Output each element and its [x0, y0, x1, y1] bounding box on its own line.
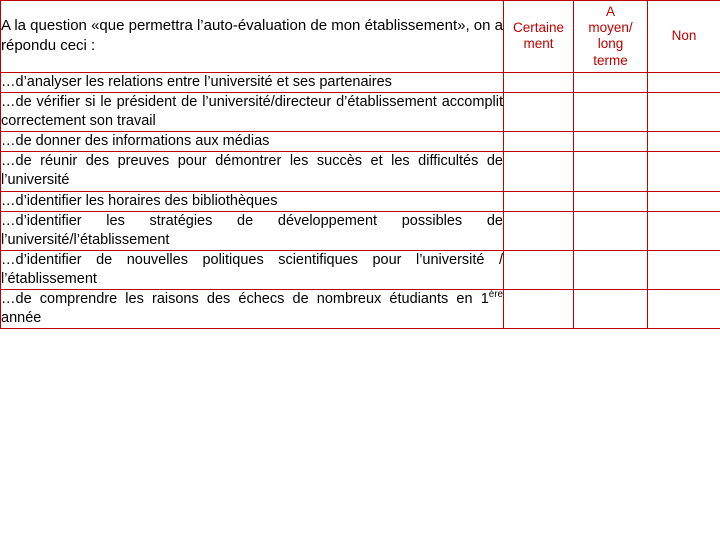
column-header-non-label: Non: [671, 28, 697, 44]
statement-text-6: …d’identifier de nouvelles politiques sc…: [1, 251, 503, 287]
answer-cell-6-non[interactable]: [647, 249, 720, 291]
table-row: …d’analyser les relations entre l’univer…: [0, 71, 720, 93]
statement-cell-4: …d’identifier les horaires des bibliothè…: [0, 190, 504, 212]
table-row: …de donner des informations aux médias: [0, 131, 720, 153]
answer-cell-3-certainement[interactable]: [503, 151, 574, 192]
answer-cell-7-non[interactable]: [647, 289, 720, 330]
statement-text-1: …de vérifier si le président de l’univer…: [1, 93, 503, 129]
table-row: …de réunir des preuves pour démontrer le…: [0, 151, 720, 192]
answer-cell-1-non[interactable]: [647, 91, 720, 133]
answer-cell-2-certainement[interactable]: [503, 131, 574, 153]
statement-cell-7: …de comprendre les raisons des échecs de…: [0, 289, 504, 330]
statement-text-7: …de comprendre les raisons des échecs de…: [1, 290, 503, 328]
table-header-row: A la question «que permettra l’auto-éval…: [0, 0, 720, 73]
column-header-moyen-long-terme: A moyen/ long terme: [573, 0, 648, 73]
statement-cell-0: …d’analyser les relations entre l’univer…: [0, 71, 504, 93]
column-header-certainement: Certaine ment: [503, 0, 574, 73]
answer-cell-4-moyen-long-terme[interactable]: [573, 190, 648, 212]
certainement-line2: ment: [523, 36, 554, 52]
statement-text-4: …d’identifier les horaires des bibliothè…: [1, 192, 278, 209]
answer-cell-5-non[interactable]: [647, 210, 720, 251]
question-intro-text: A la question «que permettra l’auto-éval…: [1, 16, 503, 55]
answer-cell-0-moyen-long-terme[interactable]: [573, 71, 648, 93]
answer-cell-7-certainement[interactable]: [503, 289, 574, 330]
answer-cell-3-moyen-long-terme[interactable]: [573, 151, 648, 192]
answer-cell-6-moyen-long-terme[interactable]: [573, 249, 648, 291]
answer-cell-2-moyen-long-terme[interactable]: [573, 131, 648, 153]
statement-cell-5: …d’identifier les stratégies de développ…: [0, 210, 504, 251]
question-intro-cell: A la question «que permettra l’auto-éval…: [0, 0, 504, 73]
statement-cell-1: …de vérifier si le président de l’univer…: [0, 91, 504, 133]
statement-text-0: …d’analyser les relations entre l’univer…: [1, 73, 392, 90]
answer-cell-0-certainement[interactable]: [503, 71, 574, 93]
answer-cell-3-non[interactable]: [647, 151, 720, 192]
certainement-line1: Certaine: [512, 20, 565, 36]
answer-cell-4-certainement[interactable]: [503, 190, 574, 212]
answer-cell-4-non[interactable]: [647, 190, 720, 212]
table-row: …de comprendre les raisons des échecs de…: [0, 289, 720, 330]
statement-text-7-part2: année: [1, 310, 42, 327]
moyen-line4: terme: [593, 52, 628, 68]
answer-cell-1-moyen-long-terme[interactable]: [573, 91, 648, 133]
column-header-certainement-label: Certaine ment: [504, 17, 573, 55]
statement-cell-2: …de donner des informations aux médias: [0, 131, 504, 153]
moyen-line3: long: [597, 36, 624, 52]
answer-cell-6-certainement[interactable]: [503, 249, 574, 291]
table-row: …de vérifier si le président de l’univer…: [0, 91, 720, 133]
answer-cell-1-certainement[interactable]: [503, 91, 574, 133]
table-row: …d’identifier les horaires des bibliothè…: [0, 190, 720, 212]
answer-cell-5-certainement[interactable]: [503, 210, 574, 251]
column-header-non: Non: [647, 0, 720, 73]
column-header-moyen-long-terme-label: A moyen/ long terme: [574, 1, 647, 72]
statement-text-2: …de donner des informations aux médias: [1, 133, 270, 150]
slide-root: A la question «que permettra l’auto-éval…: [0, 0, 720, 540]
statement-text-5: …d’identifier les stratégies de développ…: [1, 212, 503, 248]
table-row: …d’identifier les stratégies de développ…: [0, 210, 720, 251]
statement-text-7-ordinal: ère: [488, 289, 503, 301]
answer-cell-2-non[interactable]: [647, 131, 720, 153]
survey-table: A la question «que permettra l’auto-éval…: [0, 0, 720, 330]
statement-text-7-part1: …de comprendre les raisons des échecs de…: [1, 291, 489, 308]
statement-text-3: …de réunir des preuves pour démontrer le…: [1, 153, 503, 189]
moyen-line2: moyen/: [588, 20, 633, 36]
moyen-line1: A: [605, 4, 615, 19]
answer-cell-0-non[interactable]: [647, 71, 720, 93]
statement-cell-3: …de réunir des preuves pour démontrer le…: [0, 151, 504, 192]
answer-cell-5-moyen-long-terme[interactable]: [573, 210, 648, 251]
table-row: …d’identifier de nouvelles politiques sc…: [0, 249, 720, 291]
answer-cell-7-moyen-long-terme[interactable]: [573, 289, 648, 330]
statement-cell-6: …d’identifier de nouvelles politiques sc…: [0, 249, 504, 291]
